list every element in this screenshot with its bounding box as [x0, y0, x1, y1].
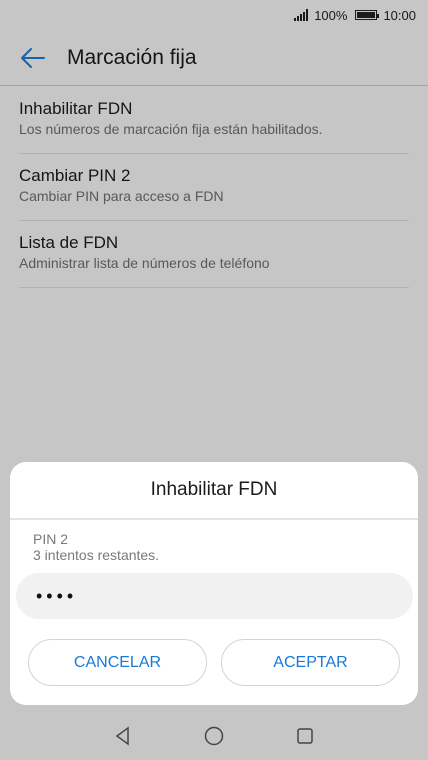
- dialog-buttons: CANCELAR ACEPTAR: [28, 639, 400, 686]
- pin2-input[interactable]: ••••: [16, 573, 413, 619]
- accept-button[interactable]: ACEPTAR: [221, 639, 400, 686]
- pin-field-label: PIN 2: [33, 531, 69, 547]
- pin-dialog: Inhabilitar FDN PIN 2 3 intentos restant…: [10, 462, 418, 705]
- dialog-title: Inhabilitar FDN: [10, 462, 418, 520]
- cancel-button[interactable]: CANCELAR: [28, 639, 207, 686]
- attempts-remaining: 3 intentos restantes.: [33, 547, 160, 563]
